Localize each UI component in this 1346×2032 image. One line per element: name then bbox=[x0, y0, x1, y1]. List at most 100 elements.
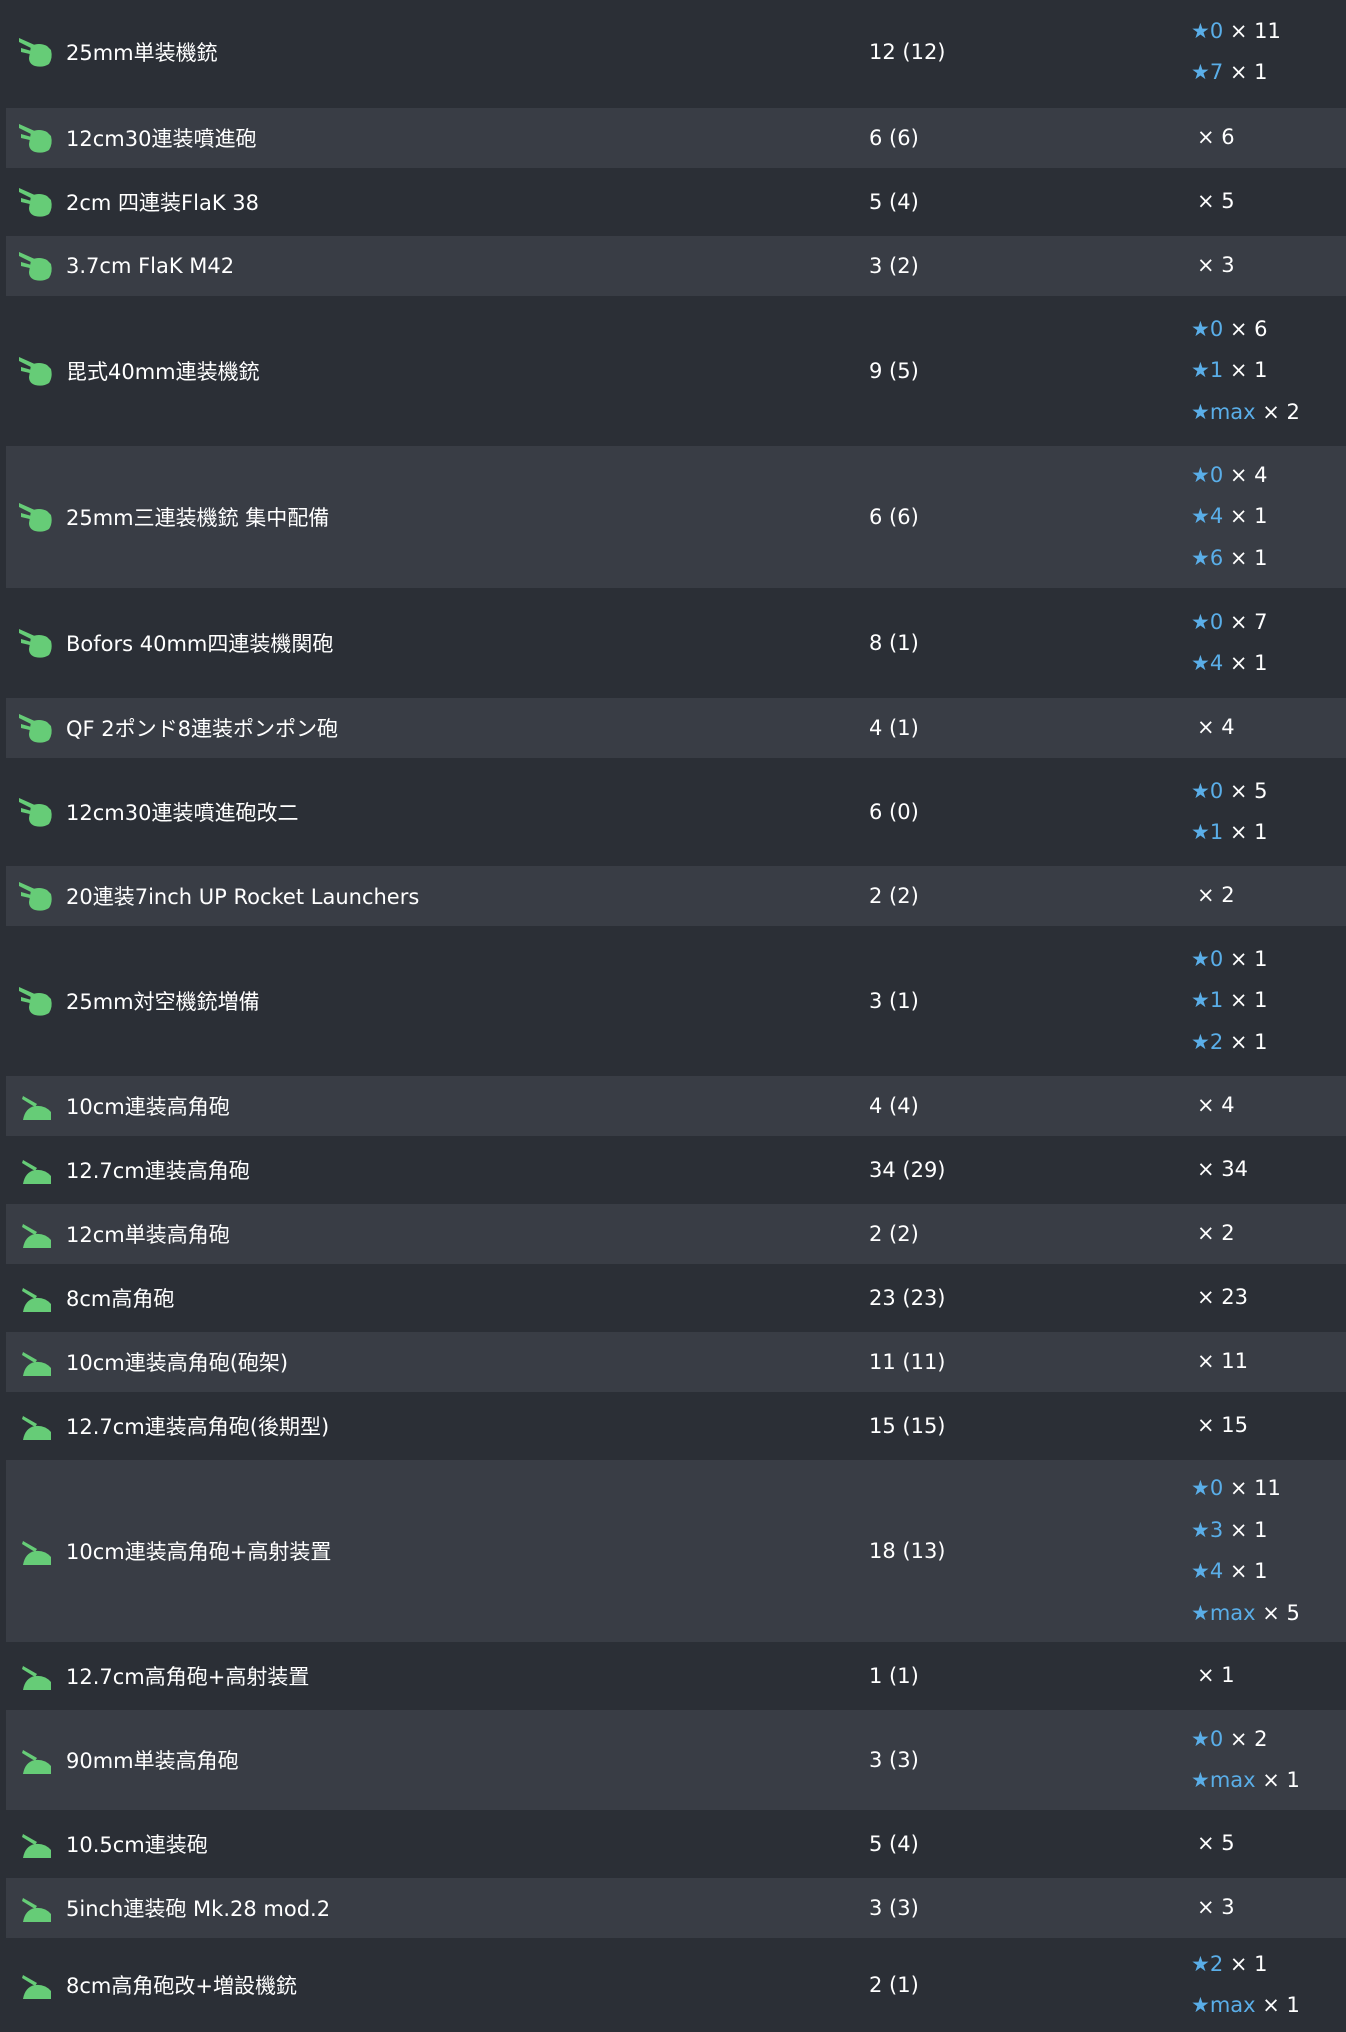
star-level: ★max bbox=[1191, 1600, 1256, 1625]
improvement-level-line: × 2 bbox=[1191, 1213, 1346, 1255]
improvement-levels: × 23 bbox=[1191, 1268, 1346, 1328]
ha-gun-icon bbox=[6, 1814, 66, 1874]
improvement-levels: × 3 bbox=[1191, 1878, 1346, 1938]
improvement-level-line: ★6 × 1 bbox=[1191, 538, 1346, 580]
improvement-level-line: × 6 bbox=[1191, 117, 1346, 159]
table-row[interactable]: 12cm30連装噴進砲 6 (6) × 6 bbox=[6, 108, 1346, 168]
table-row[interactable]: 5inch連装砲 Mk.28 mod.2 3 (3) × 3 bbox=[6, 1878, 1346, 1938]
improvement-levels: × 2 bbox=[1191, 1204, 1346, 1264]
improvement-level-line: ★1 × 1 bbox=[1191, 350, 1346, 392]
star-level: ★0 bbox=[1191, 18, 1224, 43]
table-row[interactable]: 10cm連装高角砲+高射装置 18 (13) ★0 × 11 ★3 × 1 ★4 × 1… bbox=[6, 1460, 1346, 1642]
equipment-count: 4 (4) bbox=[869, 1094, 919, 1118]
ha-gun-icon bbox=[6, 1878, 66, 1938]
equipment-name: 10.5cm連装砲 bbox=[66, 1833, 208, 1857]
star-level: ★3 bbox=[1191, 1517, 1224, 1542]
table-row[interactable]: 90mm単装高角砲 3 (3) ★0 × 2 ★max × 1 bbox=[6, 1710, 1346, 1810]
aa-gun-icon bbox=[6, 300, 66, 442]
improvement-levels: ★0 × 5 ★1 × 1 bbox=[1191, 762, 1346, 862]
star-multiplier: × 11 bbox=[1197, 1349, 1248, 1374]
equipment-count: 6 (6) bbox=[869, 505, 919, 529]
star-level: ★max bbox=[1191, 1768, 1256, 1792]
table-row[interactable]: 12cm単装高角砲 2 (2) × 2 bbox=[6, 1204, 1346, 1264]
equipment-name: 8cm高角砲改+増設機銃 bbox=[66, 1974, 297, 1998]
equipment-count: 2 (1) bbox=[869, 1973, 919, 1997]
improvement-levels: ★0 × 6 ★1 × 1 ★max × 2 bbox=[1191, 300, 1346, 442]
table-row[interactable]: Bofors 40mm四連装機関砲 8 (1) ★0 × 7 ★4 × 1 bbox=[6, 592, 1346, 694]
table-row[interactable]: 25mm単装機銃 12 (12) ★0 × 11 ★7 × 1 bbox=[6, 0, 1346, 104]
improvement-level-line: ★4 × 1 bbox=[1191, 643, 1346, 685]
star-level: ★0 bbox=[1191, 1476, 1224, 1500]
improvement-level-line: ★0 × 7 bbox=[1191, 602, 1346, 644]
table-row[interactable]: 10cm連装高角砲(砲架) 11 (11) × 11 bbox=[6, 1332, 1346, 1392]
improvement-level-line: ★2 × 1 bbox=[1191, 1022, 1346, 1064]
table-row[interactable]: 12.7cm連装高角砲(後期型) 15 (15) × 15 bbox=[6, 1396, 1346, 1456]
star-multiplier: × 1 bbox=[1229, 504, 1268, 529]
improvement-levels: × 5 bbox=[1191, 1814, 1346, 1874]
equipment-count: 3 (3) bbox=[869, 1748, 919, 1772]
equipment-count: 1 (1) bbox=[869, 1664, 919, 1688]
ha-gun-icon bbox=[6, 1332, 66, 1392]
table-row[interactable]: 8cm高角砲改+増設機銃 2 (1) ★2 × 1 ★max × 1 bbox=[6, 1942, 1346, 2028]
improvement-level-line: × 2 bbox=[1191, 875, 1346, 917]
table-row[interactable]: 毘式40mm連装機銃 9 (5) ★0 × 6 ★1 × 1 ★max × 2 bbox=[6, 300, 1346, 442]
star-multiplier: × 1 bbox=[1229, 1517, 1268, 1542]
aa-gun-icon bbox=[6, 592, 66, 694]
table-row[interactable]: 12cm30連装噴進砲改二 6 (0) ★0 × 5 ★1 × 1 bbox=[6, 762, 1346, 862]
improvement-levels: ★2 × 1 ★max × 1 bbox=[1191, 1942, 1346, 2028]
star-multiplier: × 34 bbox=[1197, 1157, 1248, 1182]
aa-gun-icon bbox=[6, 236, 66, 296]
equipment-count: 2 (2) bbox=[869, 1222, 919, 1246]
equipment-name: 5inch連装砲 Mk.28 mod.2 bbox=[66, 1897, 331, 1921]
star-level: ★0 bbox=[1191, 946, 1224, 971]
improvement-level-line: ★4 × 1 bbox=[1191, 1551, 1346, 1593]
table-row[interactable]: 3.7cm FlaK M42 3 (2) × 3 bbox=[6, 236, 1346, 296]
table-row[interactable]: 12.7cm連装高角砲 34 (29) × 34 bbox=[6, 1140, 1346, 1200]
equipment-name: 12cm30連装噴進砲 bbox=[66, 127, 257, 151]
equipment-count: 23 (23) bbox=[869, 1286, 946, 1310]
improvement-level-line: ★0 × 6 bbox=[1191, 309, 1346, 351]
improvement-level-line: ★0 × 5 bbox=[1191, 771, 1346, 813]
star-multiplier: × 6 bbox=[1197, 125, 1235, 150]
star-level: ★0 bbox=[1191, 1726, 1224, 1751]
ha-gun-icon bbox=[6, 1710, 66, 1810]
ha-gun-icon bbox=[6, 1140, 66, 1200]
equipment-name: 毘式40mm連装機銃 bbox=[66, 360, 260, 384]
improvement-level-line: ★0 × 4 bbox=[1191, 455, 1346, 497]
equipment-count: 3 (1) bbox=[869, 989, 919, 1013]
star-level: ★0 bbox=[1191, 316, 1224, 341]
equipment-count: 8 (1) bbox=[869, 631, 919, 655]
equipment-name: 20連装7inch UP Rocket Launchers bbox=[66, 885, 420, 909]
star-multiplier: × 7 bbox=[1229, 609, 1268, 634]
improvement-levels: ★0 × 4 ★4 × 1 ★6 × 1 bbox=[1191, 446, 1346, 588]
star-multiplier: × 1 bbox=[1229, 651, 1268, 675]
table-row[interactable]: 12.7cm高角砲+高射装置 1 (1) × 1 bbox=[6, 1646, 1346, 1706]
table-row[interactable]: QF 2ポンド8連装ポンポン砲 4 (1) × 4 bbox=[6, 698, 1346, 758]
table-row[interactable]: 10.5cm連装砲 5 (4) × 5 bbox=[6, 1814, 1346, 1874]
equipment-count: 3 (2) bbox=[869, 254, 919, 278]
aa-gun-icon bbox=[6, 762, 66, 862]
improvement-level-line: × 1 bbox=[1191, 1655, 1346, 1697]
equipment-count: 2 (2) bbox=[869, 884, 919, 908]
star-level: ★0 bbox=[1191, 609, 1224, 634]
table-row[interactable]: 8cm高角砲 23 (23) × 23 bbox=[6, 1268, 1346, 1328]
table-row[interactable]: 10cm連装高角砲 4 (4) × 4 bbox=[6, 1076, 1346, 1136]
table-row[interactable]: 25mm対空機銃増備 3 (1) ★0 × 1 ★1 × 1 ★2 × 1 bbox=[6, 930, 1346, 1072]
equipment-name: 25mm対空機銃増備 bbox=[66, 990, 260, 1014]
improvement-level-line: ★0 × 2 bbox=[1191, 1719, 1346, 1761]
equipment-name: QF 2ポンド8連装ポンポン砲 bbox=[66, 717, 339, 741]
star-multiplier: × 5 bbox=[1229, 778, 1268, 803]
equipment-name: 10cm連装高角砲+高射装置 bbox=[66, 1540, 332, 1564]
aa-gun-icon bbox=[6, 698, 66, 758]
equipment-name: 12cm単装高角砲 bbox=[66, 1223, 230, 1247]
aa-gun-icon bbox=[6, 930, 66, 1072]
equipment-count: 11 (11) bbox=[869, 1350, 946, 1374]
equipment-count: 6 (6) bbox=[869, 126, 919, 150]
table-row[interactable]: 20連装7inch UP Rocket Launchers 2 (2) × 2 bbox=[6, 866, 1346, 926]
ha-gun-icon bbox=[6, 1268, 66, 1328]
equipment-name: Bofors 40mm四連装機関砲 bbox=[66, 632, 334, 656]
table-row[interactable]: 2cm 四連装FlaK 38 5 (4) × 5 bbox=[6, 172, 1346, 232]
star-level: ★1 bbox=[1191, 820, 1224, 844]
table-row[interactable]: 25mm三連装機銃 集中配備 6 (6) ★0 × 4 ★4 × 1 ★6 × 1 bbox=[6, 446, 1346, 588]
star-multiplier: × 4 bbox=[1229, 462, 1268, 487]
